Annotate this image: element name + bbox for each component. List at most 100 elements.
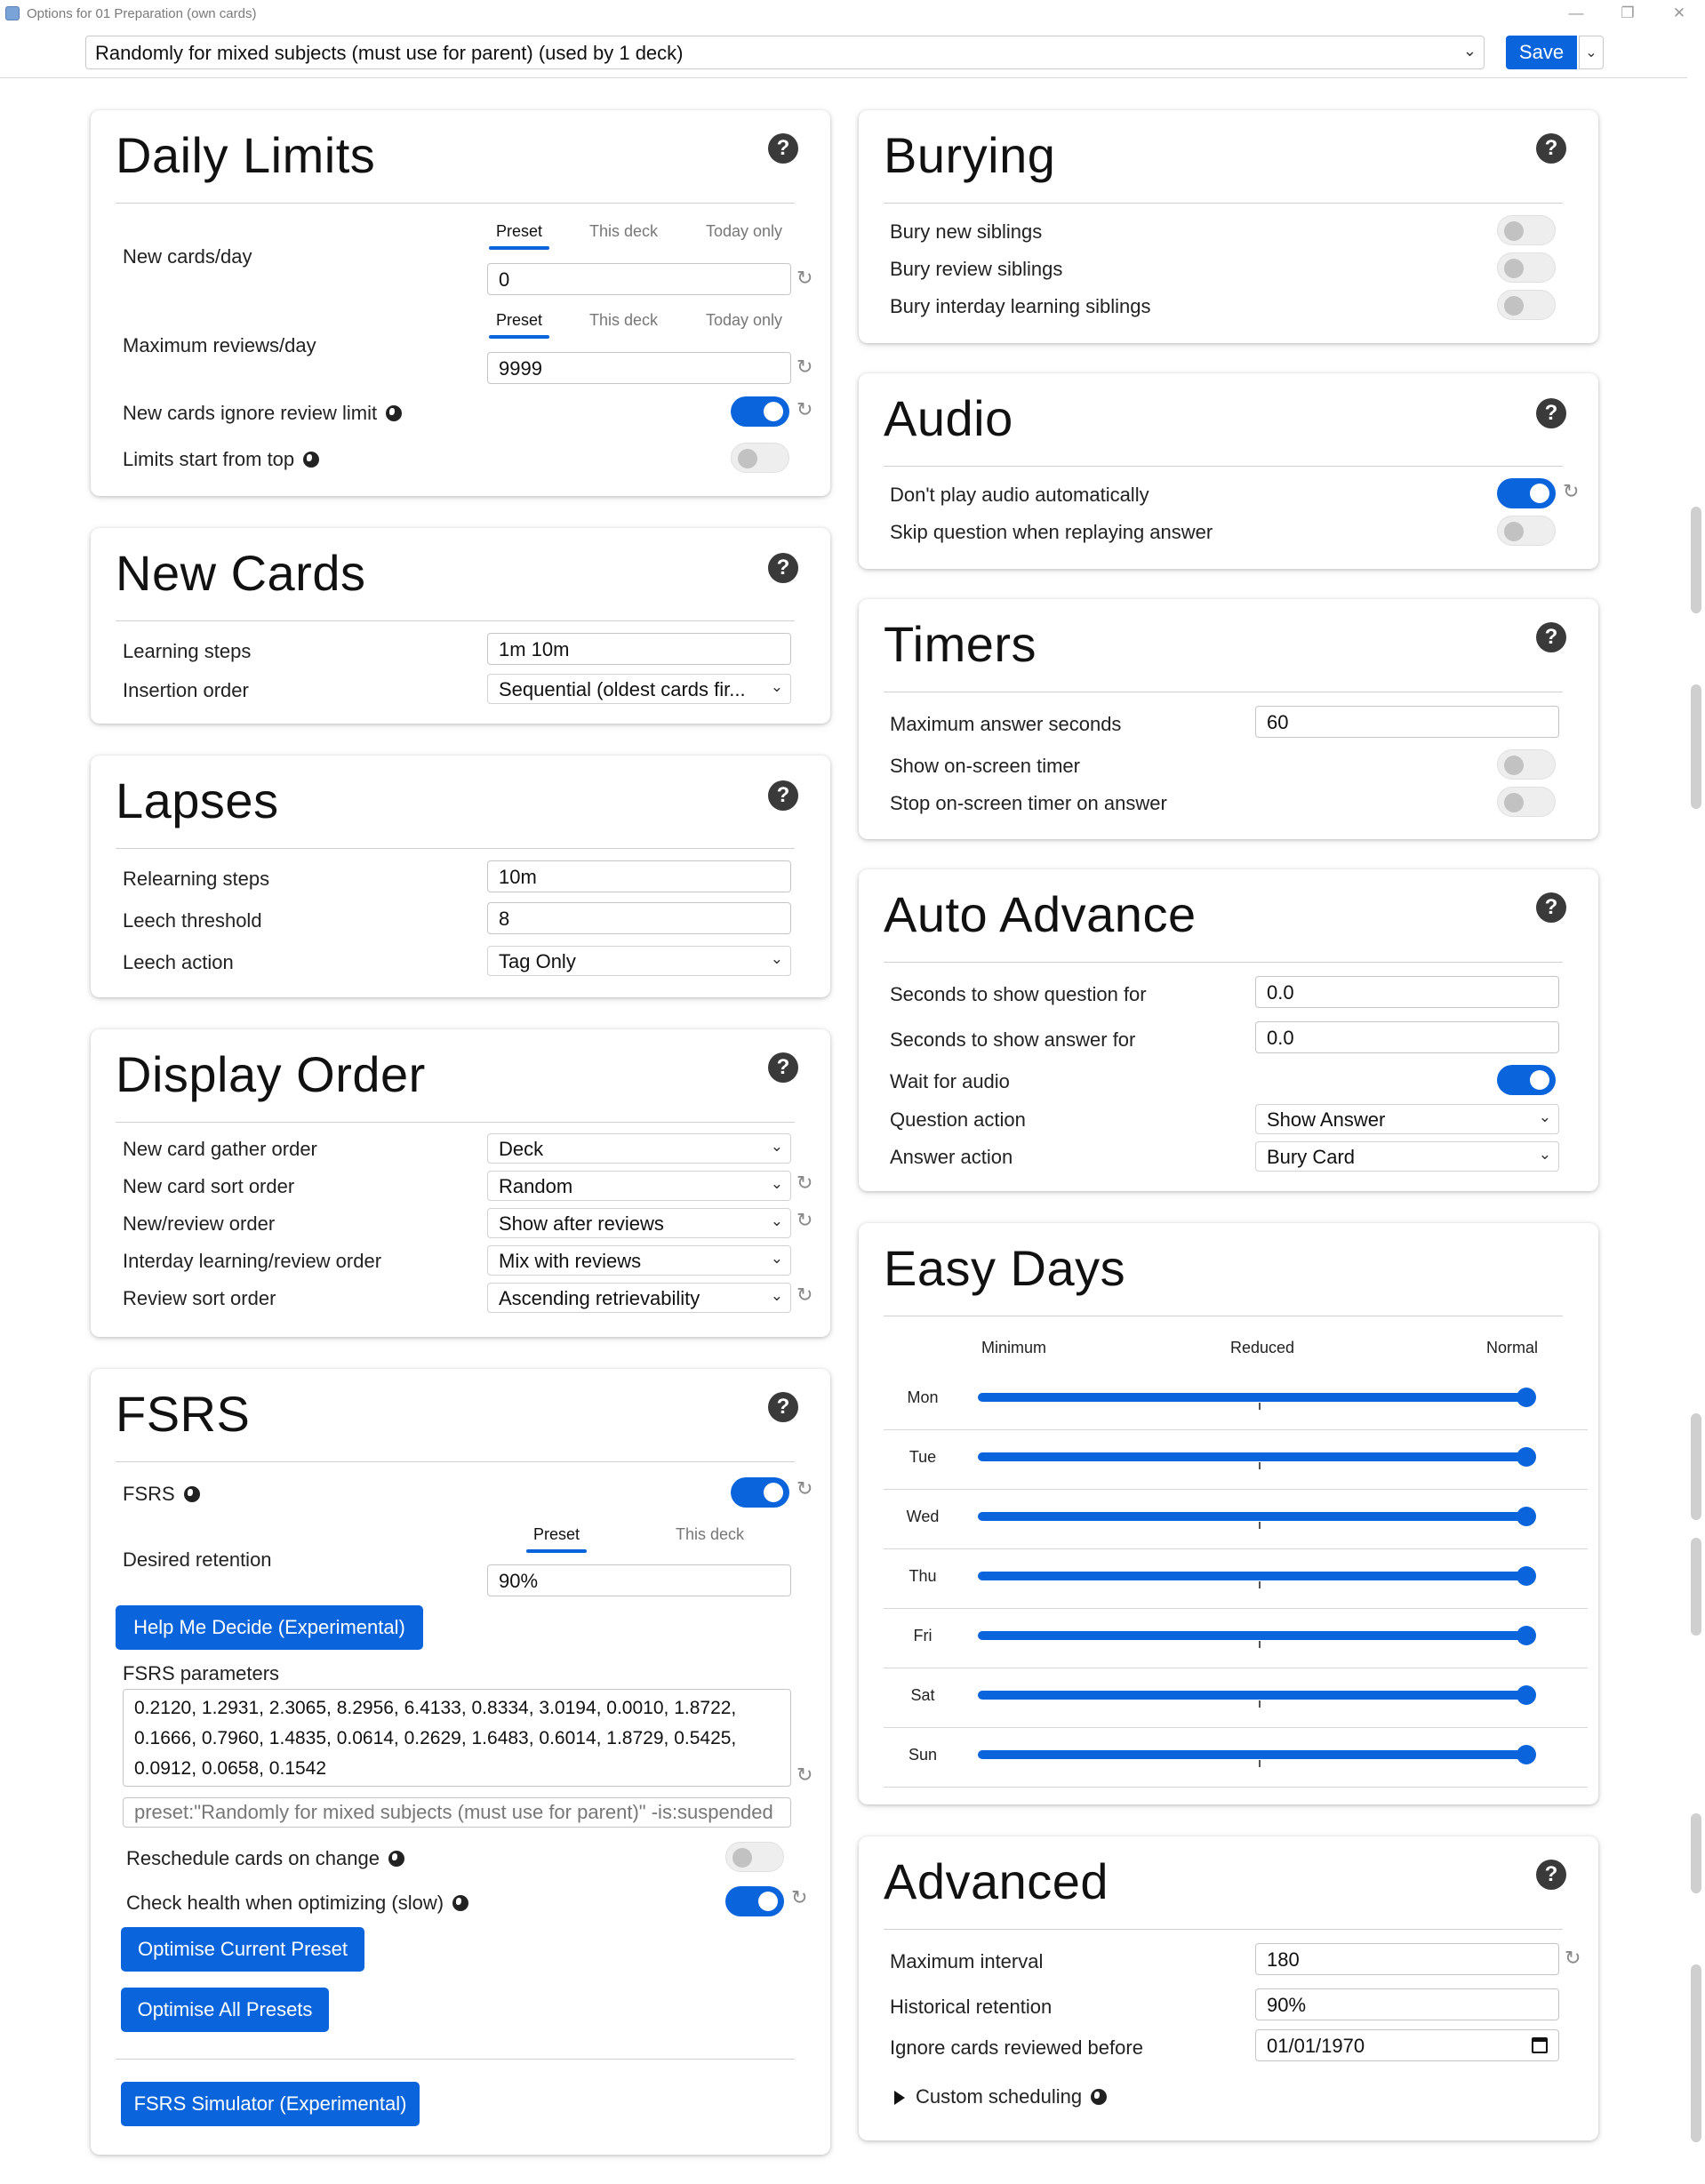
minimize-icon[interactable]: —	[1550, 0, 1602, 27]
easy-day-slider-thumb[interactable]	[1517, 1447, 1536, 1467]
ignore-review-limit-toggle[interactable]	[731, 396, 789, 427]
fsrs-toggle[interactable]	[731, 1477, 789, 1508]
scrollbar-thumb[interactable]	[1691, 1964, 1701, 2142]
help-icon[interactable]: ?	[768, 1392, 798, 1422]
divider	[116, 2059, 795, 2060]
stop-timer-toggle[interactable]	[1497, 787, 1556, 817]
easy-day-slider-thumb[interactable]	[1517, 1507, 1536, 1526]
scrollbar[interactable]	[1687, 27, 1705, 2184]
revert-icon[interactable]: ↻	[796, 1284, 812, 1307]
easy-day-slider-track[interactable]	[978, 1512, 1524, 1521]
scrollbar-thumb[interactable]	[1691, 1813, 1701, 1893]
scrollbar-thumb[interactable]	[1691, 1413, 1701, 1520]
tab-this-deck[interactable]: This deck	[589, 222, 658, 241]
revert-icon[interactable]: ↻	[1563, 480, 1579, 503]
revert-icon[interactable]: ↻	[796, 1477, 812, 1500]
tab-this-deck[interactable]: This deck	[589, 311, 658, 330]
revert-icon[interactable]: ↻	[796, 1209, 812, 1232]
revert-icon[interactable]: ↻	[796, 356, 812, 379]
tab-preset[interactable]: Preset	[488, 222, 550, 250]
question-seconds-input[interactable]: 0.0	[1255, 976, 1559, 1008]
max-answer-seconds-input[interactable]: 60	[1255, 706, 1559, 738]
new-cards-day-input[interactable]: 0	[487, 263, 791, 295]
sort-order-select[interactable]: Random ⌄	[487, 1171, 791, 1201]
custom-scheduling-toggle[interactable]: Custom scheduling	[894, 2085, 1108, 2108]
easy-day-slider-thumb[interactable]	[1517, 1626, 1536, 1645]
skip-question-toggle[interactable]	[1497, 516, 1556, 546]
calendar-icon[interactable]	[1532, 2037, 1548, 2053]
no-autoplay-toggle[interactable]	[1497, 478, 1556, 508]
easy-day-slider-thumb[interactable]	[1517, 1685, 1536, 1705]
bury-review-toggle[interactable]	[1497, 252, 1556, 283]
tab-preset[interactable]: Preset	[525, 1525, 588, 1553]
save-button[interactable]: Save	[1506, 36, 1577, 69]
tab-this-deck[interactable]: This deck	[676, 1525, 744, 1544]
revert-icon[interactable]: ↻	[796, 1764, 812, 1787]
easy-day-slider-track[interactable]	[978, 1393, 1524, 1402]
easy-day-slider-track[interactable]	[978, 1452, 1524, 1461]
easy-day-slider-thumb[interactable]	[1517, 1388, 1536, 1407]
learning-steps-input[interactable]: 1m 10m	[487, 633, 791, 665]
gather-order-select[interactable]: Deck ⌄	[487, 1133, 791, 1164]
help-icon[interactable]: ?	[1536, 1860, 1566, 1890]
revert-icon[interactable]: ↻	[1565, 1947, 1581, 1970]
save-dropdown-button[interactable]: ⌄	[1579, 36, 1604, 69]
leech-action-select[interactable]: Tag Only ⌄	[487, 946, 791, 976]
wait-audio-toggle[interactable]	[1497, 1065, 1556, 1095]
fsrs-search-input[interactable]: preset:"Randomly for mixed subjects (mus…	[123, 1797, 791, 1828]
optimise-current-preset-button[interactable]: Optimise Current Preset	[121, 1927, 364, 1972]
help-icon[interactable]: ?	[768, 780, 798, 811]
new-review-order-select[interactable]: Show after reviews ⌄	[487, 1208, 791, 1238]
fsrs-parameters-input[interactable]: 0.2120, 1.2931, 2.3065, 8.2956, 6.4133, …	[123, 1689, 791, 1787]
tab-preset[interactable]: Preset	[488, 311, 550, 339]
insertion-order-select[interactable]: Sequential (oldest cards fir... ⌄	[487, 674, 791, 704]
answer-action-select[interactable]: Bury Card ⌄	[1255, 1141, 1559, 1172]
max-interval-input[interactable]: 180	[1255, 1943, 1559, 1975]
bury-interday-toggle[interactable]	[1497, 290, 1556, 320]
revert-icon[interactable]: ↻	[796, 398, 812, 421]
help-icon[interactable]: ?	[1536, 892, 1566, 923]
reschedule-toggle[interactable]	[725, 1842, 784, 1872]
help-me-decide-button[interactable]: Help Me Decide (Experimental)	[116, 1605, 423, 1650]
optimise-all-presets-button[interactable]: Optimise All Presets	[121, 1988, 329, 2032]
interday-order-select[interactable]: Mix with reviews ⌄	[487, 1245, 791, 1276]
help-icon[interactable]: ?	[1536, 133, 1566, 164]
tab-today-only[interactable]: Today only	[706, 311, 782, 330]
revert-icon[interactable]: ↻	[796, 1172, 812, 1195]
easy-day-slider-track[interactable]	[978, 1750, 1524, 1759]
scrollbar-thumb[interactable]	[1691, 507, 1701, 613]
fsrs-simulator-button[interactable]: FSRS Simulator (Experimental)	[121, 2082, 420, 2126]
preset-select[interactable]: Randomly for mixed subjects (must use fo…	[85, 36, 1485, 69]
restore-icon[interactable]: ❐	[1602, 0, 1653, 27]
easy-day-slider-track[interactable]	[978, 1572, 1524, 1580]
check-health-toggle[interactable]	[725, 1886, 784, 1916]
leech-threshold-input[interactable]: 8	[487, 902, 791, 934]
historical-retention-input[interactable]: 90%	[1255, 1988, 1559, 2020]
show-timer-toggle[interactable]	[1497, 749, 1556, 780]
easy-day-slider-thumb[interactable]	[1517, 1566, 1536, 1586]
close-icon[interactable]: ✕	[1653, 0, 1705, 27]
help-icon[interactable]: ?	[1536, 622, 1566, 652]
scrollbar-thumb[interactable]	[1691, 1538, 1701, 1636]
max-reviews-day-input[interactable]: 9999	[487, 352, 791, 384]
help-icon[interactable]: ?	[768, 553, 798, 583]
tab-today-only[interactable]: Today only	[706, 222, 782, 241]
revert-icon[interactable]: ↻	[796, 267, 812, 290]
easy-day-slider-track[interactable]	[978, 1691, 1524, 1700]
scrollbar-thumb[interactable]	[1691, 684, 1701, 809]
limits-start-top-toggle[interactable]	[731, 443, 789, 473]
bury-new-toggle[interactable]	[1497, 215, 1556, 245]
help-icon[interactable]: ?	[1536, 398, 1566, 428]
wait-audio-label: Wait for audio	[890, 1070, 1010, 1092]
easy-day-slider-thumb[interactable]	[1517, 1745, 1536, 1764]
review-sort-order-select[interactable]: Ascending retrievability ⌄	[487, 1283, 791, 1313]
ignore-before-date-input[interactable]: 01/01/1970	[1255, 2029, 1559, 2061]
answer-seconds-input[interactable]: 0.0	[1255, 1021, 1559, 1053]
question-action-select[interactable]: Show Answer ⌄	[1255, 1104, 1559, 1134]
help-icon[interactable]: ?	[768, 133, 798, 164]
revert-icon[interactable]: ↻	[791, 1886, 807, 1909]
help-icon[interactable]: ?	[768, 1052, 798, 1083]
desired-retention-input[interactable]: 90%	[487, 1564, 791, 1596]
easy-day-slider-track[interactable]	[978, 1631, 1524, 1640]
relearning-steps-input[interactable]: 10m	[487, 860, 791, 892]
